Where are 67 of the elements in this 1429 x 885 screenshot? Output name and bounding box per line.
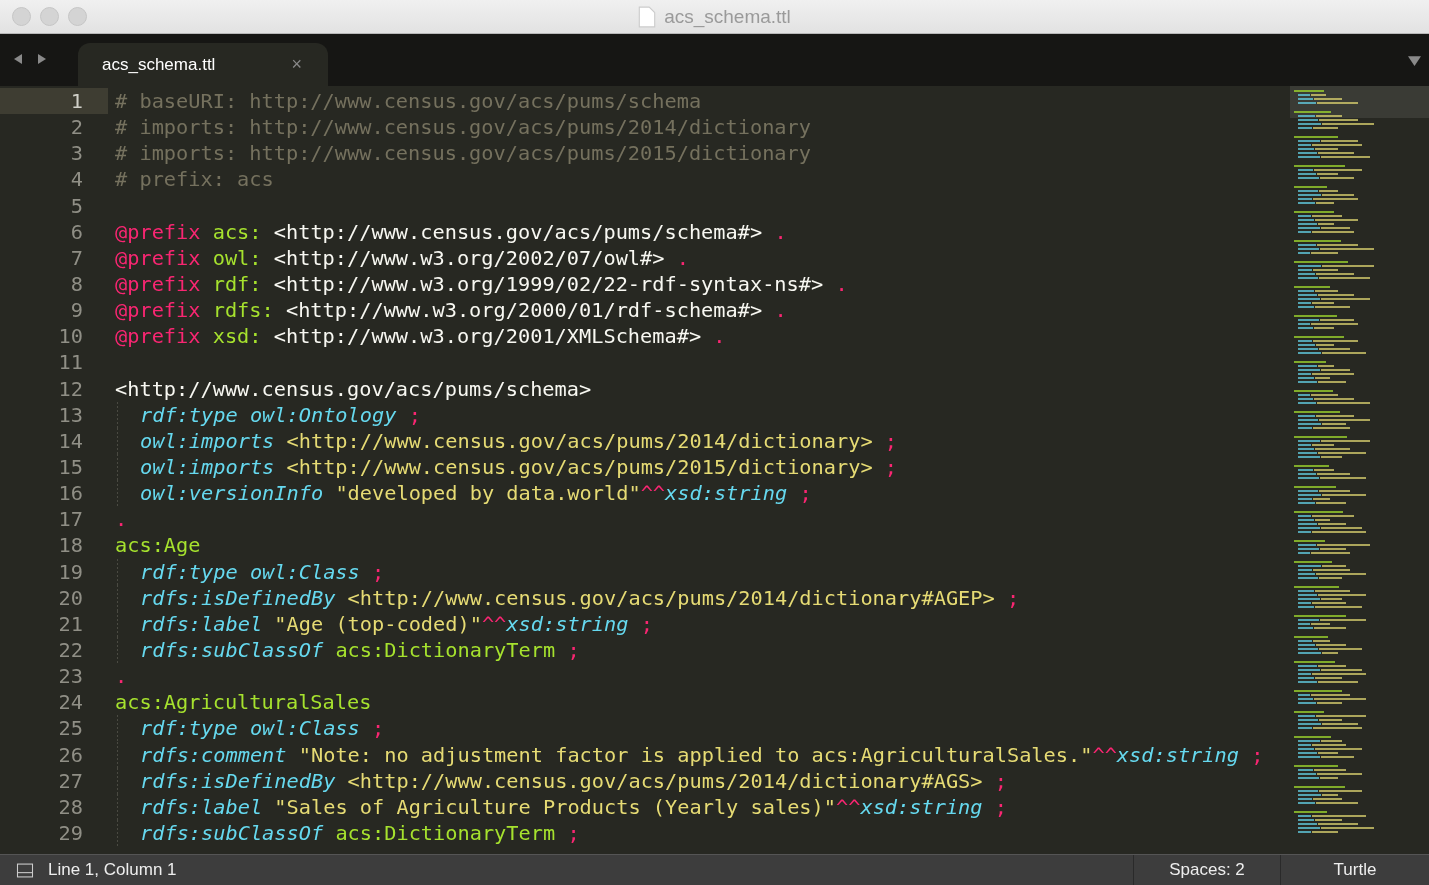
code-line: # imports: http://www.census.gov/acs/pums/2015/dictionary (115, 141, 811, 166)
line-number: 17 (57, 506, 84, 533)
line-number: 1 (0, 88, 108, 115)
code-line: rdfs:subClassOf acs:DictionaryTerm ; (140, 637, 580, 662)
line-number: 19 (57, 558, 84, 585)
line-number: 8 (69, 271, 84, 298)
line-number: 15 (57, 453, 84, 481)
line-number: 24 (57, 689, 84, 716)
line-number: 29 (57, 819, 84, 847)
syntax-setting[interactable]: Turtle (1280, 855, 1429, 885)
code-line: # baseURI: http://www.census.gov/acs/pums/schema (115, 89, 702, 113)
code-line: rdfs:label "Sales of Agriculture Products (Yearly sales)"^^xsd:string ; (140, 794, 1007, 819)
dropdown-caret-icon[interactable] (1408, 55, 1421, 66)
code-line: owl:imports <http://www.census.gov/acs/pums/2015/dictionary> ; (140, 454, 898, 479)
line-number: 11 (57, 349, 84, 376)
line-number: 7 (69, 244, 84, 271)
code-line: @prefix xsd: <http://www.w3.org/2001/XMLSchema#> . (115, 324, 726, 349)
indentation-setting[interactable]: Spaces: 2 (1133, 855, 1280, 885)
line-number: 18 (57, 532, 84, 559)
code-line: @prefix owl: <http://www.w3.org/2002/07/owl#> . (115, 245, 689, 270)
line-number: 20 (57, 584, 84, 611)
line-number: 12 (57, 375, 84, 402)
cursor-position: Line 1, Column 1 (48, 860, 177, 880)
line-number: 5 (69, 192, 84, 219)
code-line: @prefix rdf: <http://www.w3.org/1999/02/22-rdf-syntax-ns#> . (115, 272, 848, 296)
line-number: 14 (57, 427, 84, 454)
code-line: . (115, 664, 128, 689)
code-line: @prefix rdfs: <http://www.w3.org/2000/01/rdf-schema#> . (115, 298, 787, 323)
code-line: rdfs:label "Age (top-coded)"^^xsd:string ; (140, 611, 653, 636)
forward-arrow-icon[interactable] (36, 53, 48, 65)
line-number: 23 (57, 663, 84, 690)
code-line: rdf:type owl:Ontology ; (140, 402, 421, 427)
line-number: 13 (57, 401, 84, 428)
panel-icon[interactable] (16, 862, 34, 878)
line-number: 28 (57, 793, 84, 820)
code-line: rdfs:subClassOf acs:DictionaryTerm ; (140, 820, 580, 845)
line-number: 2 (69, 114, 84, 141)
code-line: rdfs:isDefinedBy <http://www.census.gov/acs/pums/2014/dictionary#AGEP> ; (140, 585, 1020, 610)
line-number: 6 (69, 218, 84, 245)
line-number: 27 (57, 767, 84, 794)
code-line: acs:Age (115, 533, 201, 558)
line-number: 16 (57, 480, 84, 507)
window-title: acs_schema.ttl (664, 5, 791, 28)
code-line: # prefix: acs (115, 167, 274, 192)
back-arrow-icon[interactable] (12, 53, 24, 65)
line-number: 4 (69, 166, 84, 193)
close-tab-button[interactable]: × (291, 54, 302, 75)
line-number: 3 (69, 140, 84, 167)
tab[interactable]: acs_schema.ttl × (78, 43, 328, 86)
line-number: 26 (57, 741, 84, 768)
line-number: 22 (57, 636, 84, 664)
code-line: rdfs:isDefinedBy <http://www.census.gov/acs/pums/2014/dictionary#AGS> ; (140, 768, 1007, 793)
line-number: 25 (57, 715, 84, 742)
code-line: acs:AgriculturalSales (115, 690, 372, 715)
code-line: rdf:type owl:Class ; (140, 716, 385, 741)
line-number: 10 (57, 323, 84, 350)
code-line: # imports: http://www.census.gov/acs/pums/2014/dictionary (115, 115, 811, 140)
code-line: owl:imports <http://www.census.gov/acs/pums/2014/dictionary> ; (140, 428, 898, 453)
code-line: @prefix acs: <http://www.census.gov/acs/pums/schema#> . (115, 219, 787, 244)
line-number: 9 (69, 297, 84, 324)
line-number: 21 (57, 610, 84, 637)
code-line: . (115, 507, 128, 532)
code-line: <http://www.census.gov/acs/pums/schema> (115, 376, 592, 401)
code-line: rdfs:comment "Note: no adjustment factor is applied to acs:AgriculturalSales."^^xsd:string ; (140, 742, 1264, 767)
document-icon (638, 5, 657, 28)
code-line: rdf:type owl:Class ; (140, 559, 385, 584)
code-line: owl:versionInfo "developed by data.world"^^xsd:string ; (140, 481, 812, 506)
